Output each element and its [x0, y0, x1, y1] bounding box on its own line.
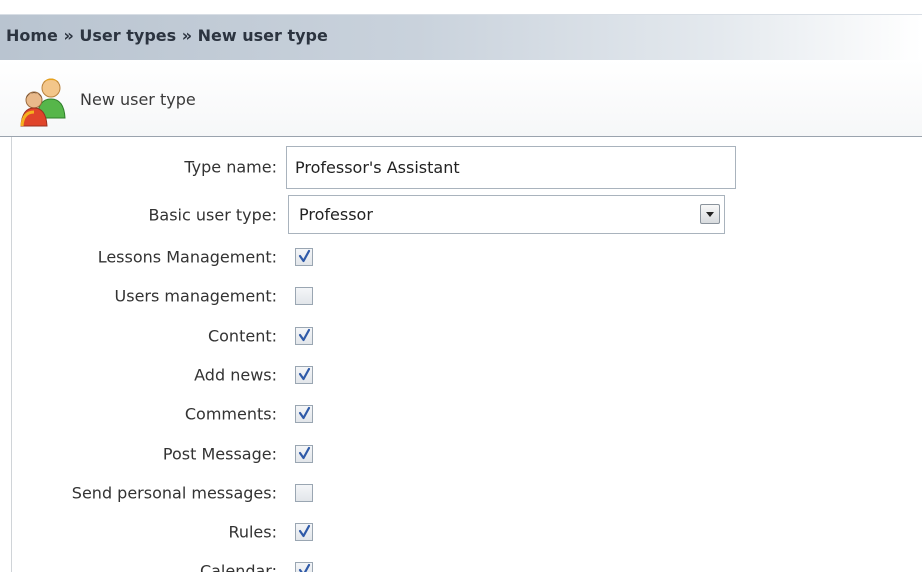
breadcrumb-home-link[interactable]: Home — [6, 26, 58, 45]
permission-label: Content: — [207, 326, 277, 346]
type-name-row: Type name: — [0, 137, 922, 197]
title-bar: New user type — [0, 60, 922, 137]
page: Home » User types » New user type New us… — [0, 0, 922, 572]
permission-row: Lessons Management: — [0, 238, 922, 276]
checkmark-icon — [298, 407, 311, 420]
breadcrumb-separator: » — [181, 26, 193, 45]
checkmark-icon — [298, 249, 311, 263]
permission-checkbox[interactable] — [295, 287, 313, 306]
checkmark-icon — [298, 328, 311, 341]
breadcrumb: Home » User types » New user type — [6, 26, 328, 45]
checkmark-icon — [298, 446, 311, 459]
checkmark-icon — [298, 564, 311, 572]
breadcrumb-separator: » — [63, 26, 74, 45]
breadcrumb-bar: Home » User types » New user type — [0, 14, 922, 60]
permission-row: Add news: — [0, 356, 922, 394]
permission-row: Users management: — [0, 277, 922, 315]
permission-checkbox[interactable] — [295, 483, 313, 502]
permission-checkbox[interactable] — [295, 405, 313, 424]
permission-checkbox[interactable] — [295, 562, 313, 572]
permission-label: Post Message: — [162, 444, 277, 463]
permission-label: Users management: — [114, 286, 277, 306]
type-name-input[interactable] — [286, 146, 736, 189]
permission-checkbox[interactable] — [295, 365, 313, 384]
permission-row: Comments: — [0, 395, 922, 433]
breadcrumb-user-types-link[interactable]: User types — [79, 26, 176, 45]
permission-label: Rules: — [228, 522, 277, 542]
basic-user-type-select[interactable]: Professor — [288, 195, 725, 234]
type-name-label: Type name: — [184, 157, 277, 177]
permission-checkbox[interactable] — [295, 248, 313, 266]
permission-checkbox[interactable] — [295, 523, 313, 542]
basic-user-type-value: Professor — [299, 205, 373, 224]
basic-user-type-row: Basic user type: Professor — [0, 193, 922, 237]
page-title: New user type — [80, 90, 196, 109]
permission-row: Calendar: — [0, 552, 922, 572]
permission-label: Lessons Management: — [97, 247, 277, 267]
chevron-down-icon[interactable] — [700, 204, 720, 224]
breadcrumb-current: New user type — [197, 26, 328, 45]
permission-checkbox[interactable] — [295, 444, 313, 463]
permission-label: Send personal messages: — [71, 483, 277, 503]
basic-user-type-label: Basic user type: — [148, 205, 277, 225]
permission-row: Post Message: — [0, 435, 922, 473]
permission-label: Calendar: — [199, 561, 277, 572]
checkmark-icon — [298, 524, 311, 538]
permission-row: Send personal messages: — [0, 474, 922, 512]
checkmark-icon — [298, 367, 311, 380]
permission-label: Comments: — [184, 404, 277, 424]
permission-label: Add news: — [194, 365, 277, 385]
permission-row: Content: — [0, 317, 922, 355]
permission-checkbox[interactable] — [295, 326, 313, 345]
permission-row: Rules: — [0, 513, 922, 551]
users-group-icon — [20, 78, 66, 127]
